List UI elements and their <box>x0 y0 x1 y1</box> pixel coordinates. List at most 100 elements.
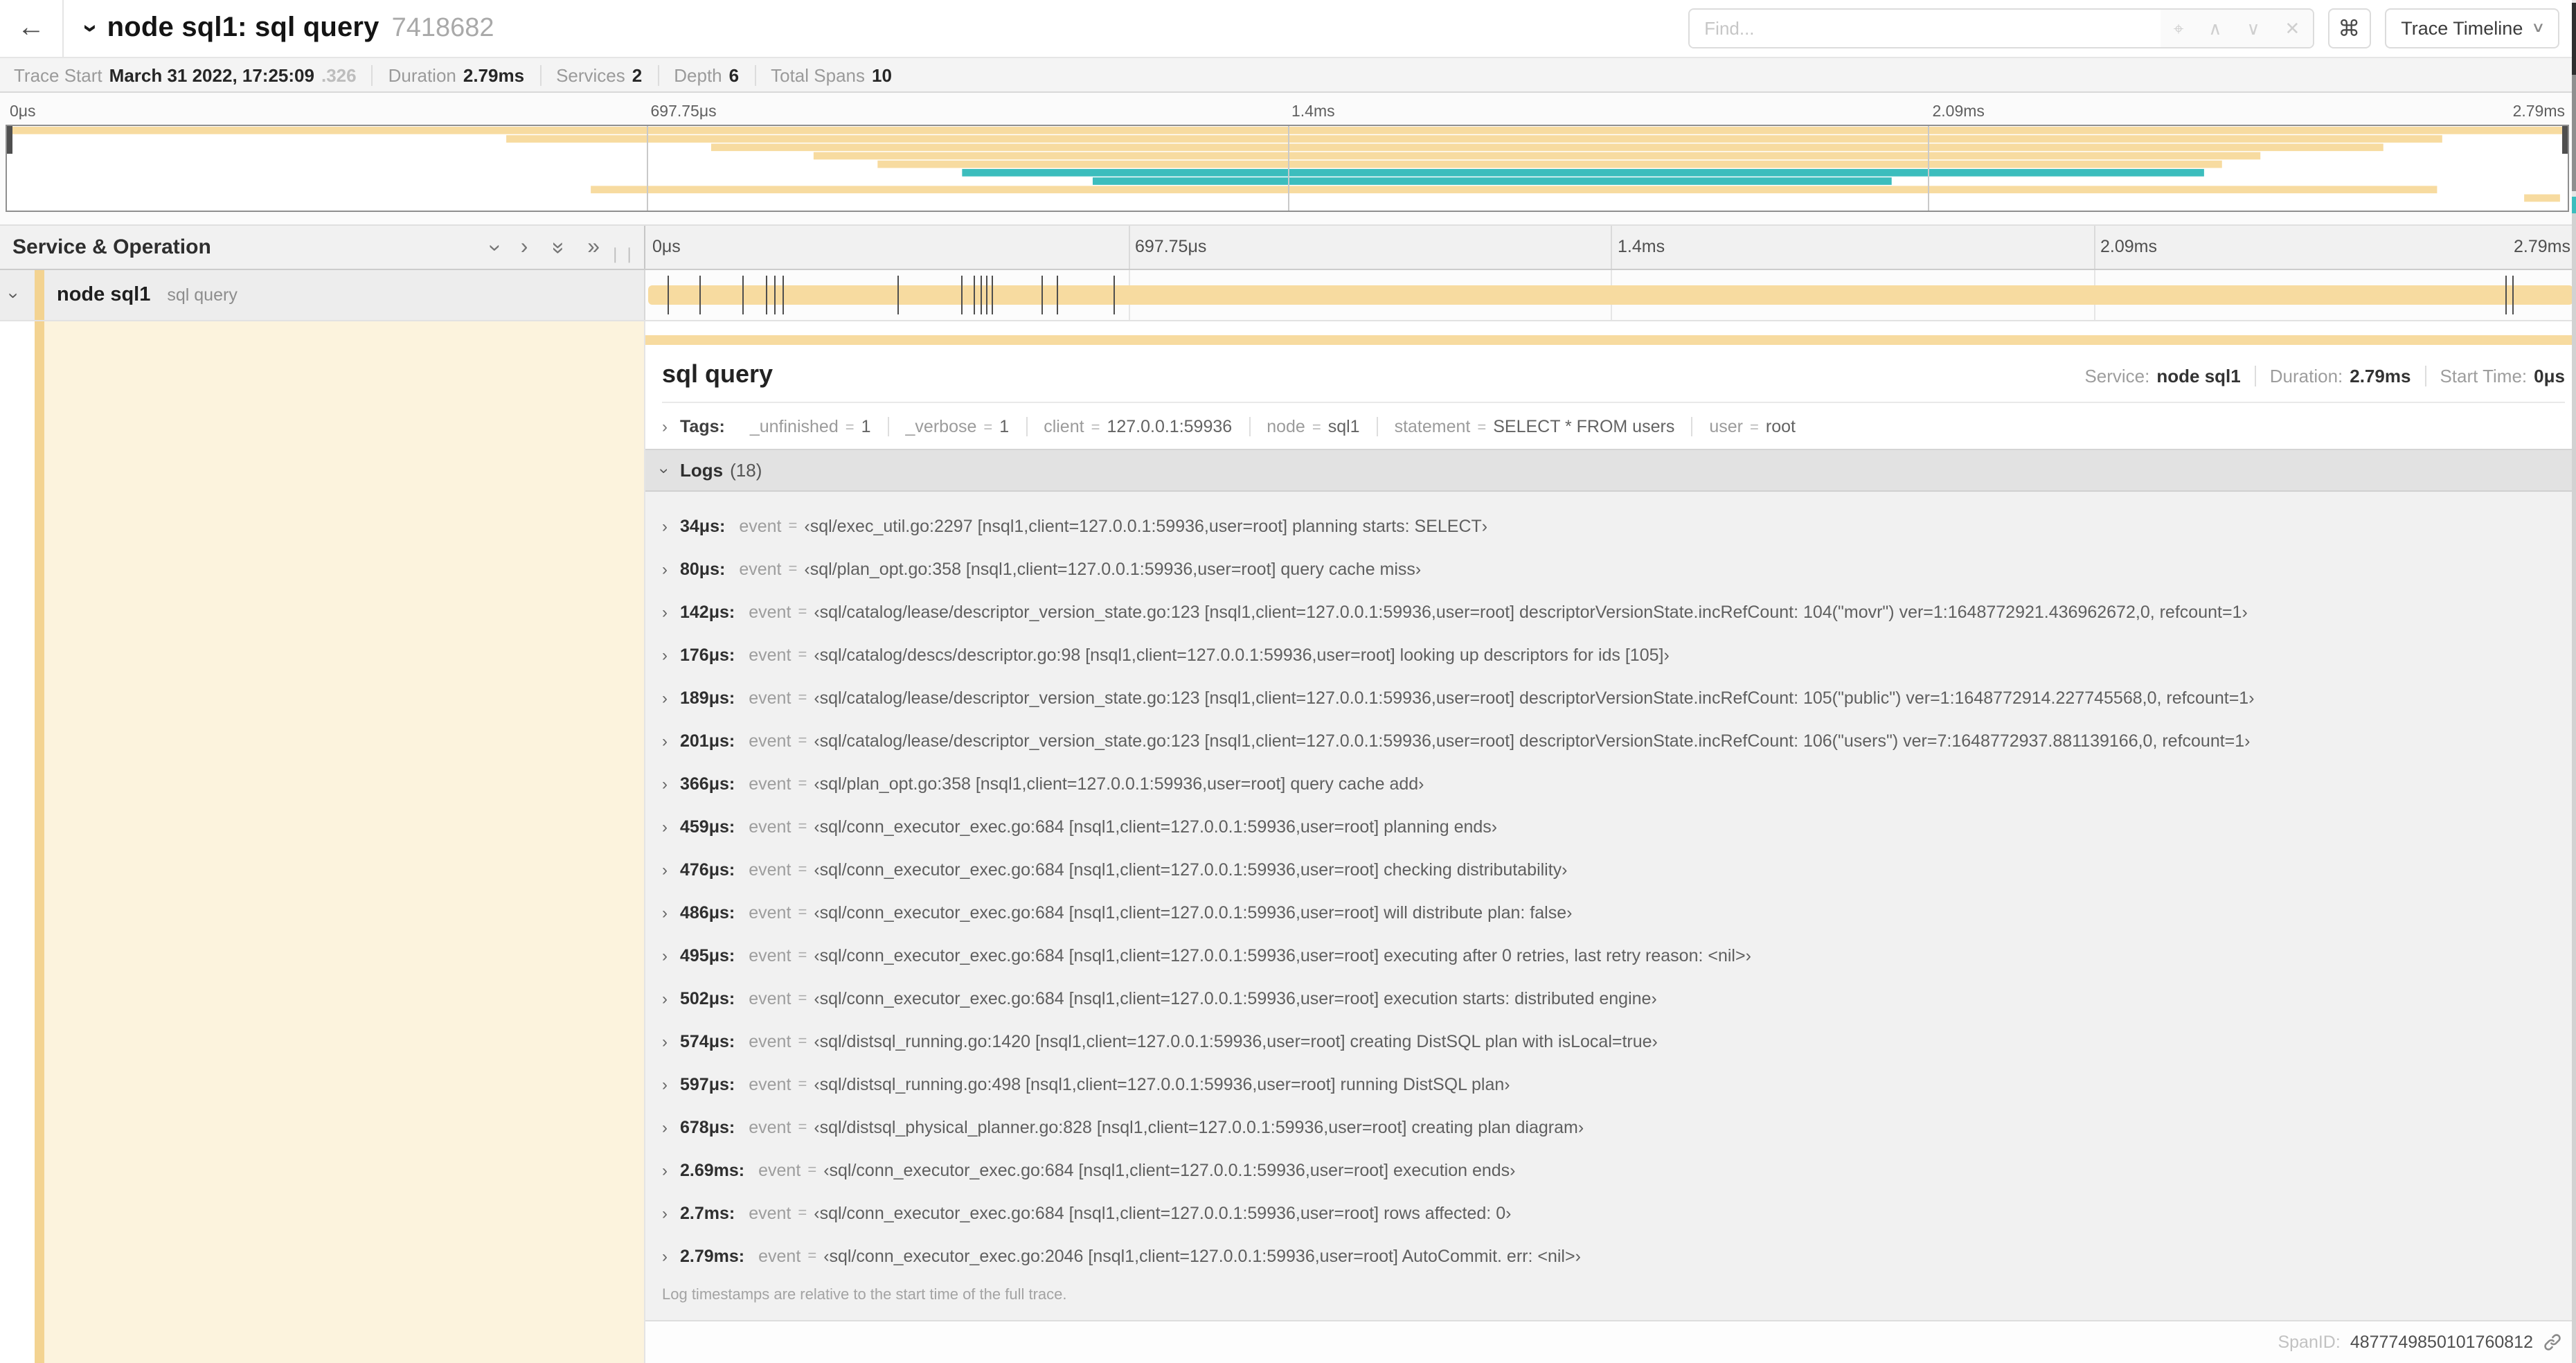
log-row[interactable]: › 176μs: event = ‹sql/catalog/descs/descript… <box>645 633 2576 676</box>
deep-link-icon[interactable] <box>2543 1333 2562 1352</box>
log-row[interactable]: › 678μs: event = ‹sql/distsql_physical_plann… <box>645 1105 2576 1148</box>
tag-item: node = sql1 <box>1249 417 1376 436</box>
scrollbar-thumb[interactable] <box>2572 3 2576 75</box>
keyboard-shortcuts-button[interactable]: ⌘ <box>2327 8 2371 48</box>
chevron-right-icon[interactable]: › <box>662 1074 668 1094</box>
logs-count: (18) <box>730 460 762 481</box>
back-button[interactable]: ← <box>0 0 64 57</box>
span-id-value: 4877749850101760812 <box>2350 1333 2533 1352</box>
timeline-header-row: Service & Operation › › » » ❘❘ 0μs 697.75… <box>0 224 2576 270</box>
log-row[interactable]: › 2.69ms: event = ‹sql/conn_executor_exec.go… <box>645 1148 2576 1191</box>
minimap-span <box>710 143 2383 152</box>
chevron-right-icon[interactable]: › <box>662 516 668 535</box>
gridline <box>1128 226 1129 269</box>
minimap-left-handle[interactable] <box>7 126 12 154</box>
log-row[interactable]: › 495μs: event = ‹sql/conn_executor_exec.go:… <box>645 934 2576 977</box>
log-row[interactable]: › 574μs: event = ‹sql/distsql_running.go:142… <box>645 1019 2576 1062</box>
tick-label: 2.09ms <box>2100 237 2157 256</box>
log-row[interactable]: › 502μs: event = ‹sql/conn_executor_exec.go:… <box>645 977 2576 1019</box>
logs-accordion-header[interactable]: › Logs (18) <box>645 450 2576 492</box>
minimap-right-handle[interactable] <box>2562 126 2568 154</box>
top-nav: ← › node sql1: sql query 7418682 ⌖∧∨✕ ⌘ … <box>0 0 2576 57</box>
scrollbar-segment <box>2572 75 2576 191</box>
collapse-one-icon[interactable]: › <box>521 235 528 258</box>
log-row[interactable]: › 486μs: event = ‹sql/conn_executor_exec.go:… <box>645 891 2576 934</box>
trace-minimap: 0μs 697.75μs 1.4ms 2.09ms 2.79ms <box>0 93 2576 224</box>
log-marker <box>742 276 744 314</box>
span-row[interactable]: › node sql1 sql query <box>0 270 2576 321</box>
span-detail-row: sql query Service: node sql1 Duration: 2.79… <box>0 321 2576 1363</box>
chevron-right-icon[interactable]: › <box>662 417 668 436</box>
chevron-right-icon[interactable]: › <box>662 1203 668 1222</box>
span-detail-bar-strip <box>645 335 2576 345</box>
minimap-canvas[interactable] <box>6 125 2569 212</box>
minimap-tick-labels: 0μs 697.75μs 1.4ms 2.09ms 2.79ms <box>6 93 2569 125</box>
log-row[interactable]: › 189μs: event = ‹sql/catalog/lease/descript… <box>645 676 2576 719</box>
timeline-tick-header: 0μs 697.75μs 1.4ms 2.09ms 2.79ms <box>645 226 2576 269</box>
log-row[interactable]: › 597μs: event = ‹sql/distsql_running.go:498… <box>645 1062 2576 1105</box>
chevron-right-icon[interactable]: › <box>662 945 668 965</box>
logs-section: › Logs (18) › 34μs: event = ‹sql/exec_util.g… <box>645 449 2576 1320</box>
chevron-right-icon[interactable]: › <box>662 774 668 793</box>
chevron-right-icon[interactable]: › <box>662 602 668 621</box>
page-title: node sql1: sql query <box>107 12 379 43</box>
summary-item: Total Spans 10 <box>754 64 907 85</box>
tag-item: statement = SELECT * FROM users <box>1376 417 1692 436</box>
span-id-label: SpanID: <box>2278 1333 2341 1352</box>
chevron-down-icon[interactable]: ∨ <box>2234 19 2272 37</box>
chevron-right-icon[interactable]: › <box>662 731 668 750</box>
log-row[interactable]: › 34μs: event = ‹sql/exec_util.go:2297 [nsql… <box>645 504 2576 547</box>
span-collapse-icon[interactable]: › <box>3 292 24 299</box>
log-marker <box>774 276 776 314</box>
log-row[interactable]: › 142μs: event = ‹sql/catalog/lease/descript… <box>645 590 2576 633</box>
log-row[interactable]: › 2.7ms: event = ‹sql/conn_executor_exec.go:… <box>645 1191 2576 1234</box>
chevron-right-icon[interactable]: › <box>662 817 668 836</box>
log-row[interactable]: › 476μs: event = ‹sql/conn_executor_exec.go:… <box>645 848 2576 891</box>
log-marker <box>973 276 975 314</box>
chevron-right-icon[interactable]: › <box>662 859 668 879</box>
collapse-trace-icon[interactable]: › <box>75 24 105 33</box>
expand-all-icon[interactable]: » <box>546 241 570 253</box>
tick-label: 1.4ms <box>1618 237 1665 256</box>
chevron-right-icon[interactable]: › <box>662 1160 668 1179</box>
chevron-up-icon[interactable]: ∧ <box>2196 19 2234 37</box>
span-duration-bar[interactable] <box>648 285 2573 305</box>
column-resize-grip[interactable]: ❘❘ <box>609 245 637 263</box>
tick-label: 0μs <box>652 237 681 256</box>
locate-icon[interactable]: ⌖ <box>2161 19 2197 37</box>
chevron-right-icon[interactable]: › <box>662 559 668 578</box>
span-row-name-column[interactable]: › node sql1 sql query <box>0 270 645 320</box>
logs-label: Logs <box>680 460 724 481</box>
span-detail-left-column <box>0 321 645 1363</box>
chevron-right-icon[interactable]: › <box>662 1031 668 1051</box>
tags-list: _unfinished = 1 _verbose = 1 client = 127.0.0.1:… <box>733 417 1812 436</box>
chevron-right-icon[interactable]: › <box>662 1246 668 1265</box>
chevron-right-icon[interactable]: › <box>662 645 668 664</box>
expand-one-icon[interactable]: » <box>587 235 600 258</box>
tags-label[interactable]: Tags: <box>680 417 725 436</box>
logs-list: › 34μs: event = ‹sql/exec_util.go:2297 [nsql… <box>645 492 2576 1320</box>
log-row[interactable]: › 80μs: event = ‹sql/plan_opt.go:358 [nsql1,… <box>645 547 2576 590</box>
scrollbar[interactable] <box>2572 0 2576 1363</box>
chevron-right-icon[interactable]: › <box>662 988 668 1008</box>
log-row[interactable]: › 2.79ms: event = ‹sql/conn_executor_exec.go… <box>645 1234 2576 1277</box>
chevron-right-icon[interactable]: › <box>662 1117 668 1137</box>
log-row[interactable]: › 366μs: event = ‹sql/plan_opt.go:358 [nsql1… <box>645 762 2576 805</box>
log-marker <box>2512 276 2514 314</box>
span-detail-header: sql query Service: node sql1 Duration: 2.79… <box>645 345 2576 402</box>
view-selector-button[interactable]: Trace Timeline ∨ <box>2384 8 2559 48</box>
collapse-all-icon[interactable]: › <box>482 244 506 251</box>
chevron-right-icon[interactable]: › <box>662 902 668 922</box>
chevron-right-icon[interactable]: › <box>662 688 668 707</box>
span-meta-item: Duration: 2.79ms <box>2254 366 2425 386</box>
gridline <box>647 126 649 211</box>
span-row-timeline[interactable] <box>645 270 2576 320</box>
clear-icon[interactable]: ✕ <box>2272 19 2312 37</box>
service-operation-label: Service & Operation <box>12 235 211 259</box>
find-input[interactable] <box>1689 10 2161 47</box>
span-service-name[interactable]: node sql1 <box>57 284 150 306</box>
log-row[interactable]: › 201μs: event = ‹sql/catalog/lease/descript… <box>645 719 2576 762</box>
log-row[interactable]: › 459μs: event = ‹sql/conn_executor_exec.go:… <box>645 805 2576 848</box>
log-marker <box>1041 276 1043 314</box>
tags-row[interactable]: › Tags: _unfinished = 1 _verbose = 1 client = 12… <box>645 403 2576 449</box>
